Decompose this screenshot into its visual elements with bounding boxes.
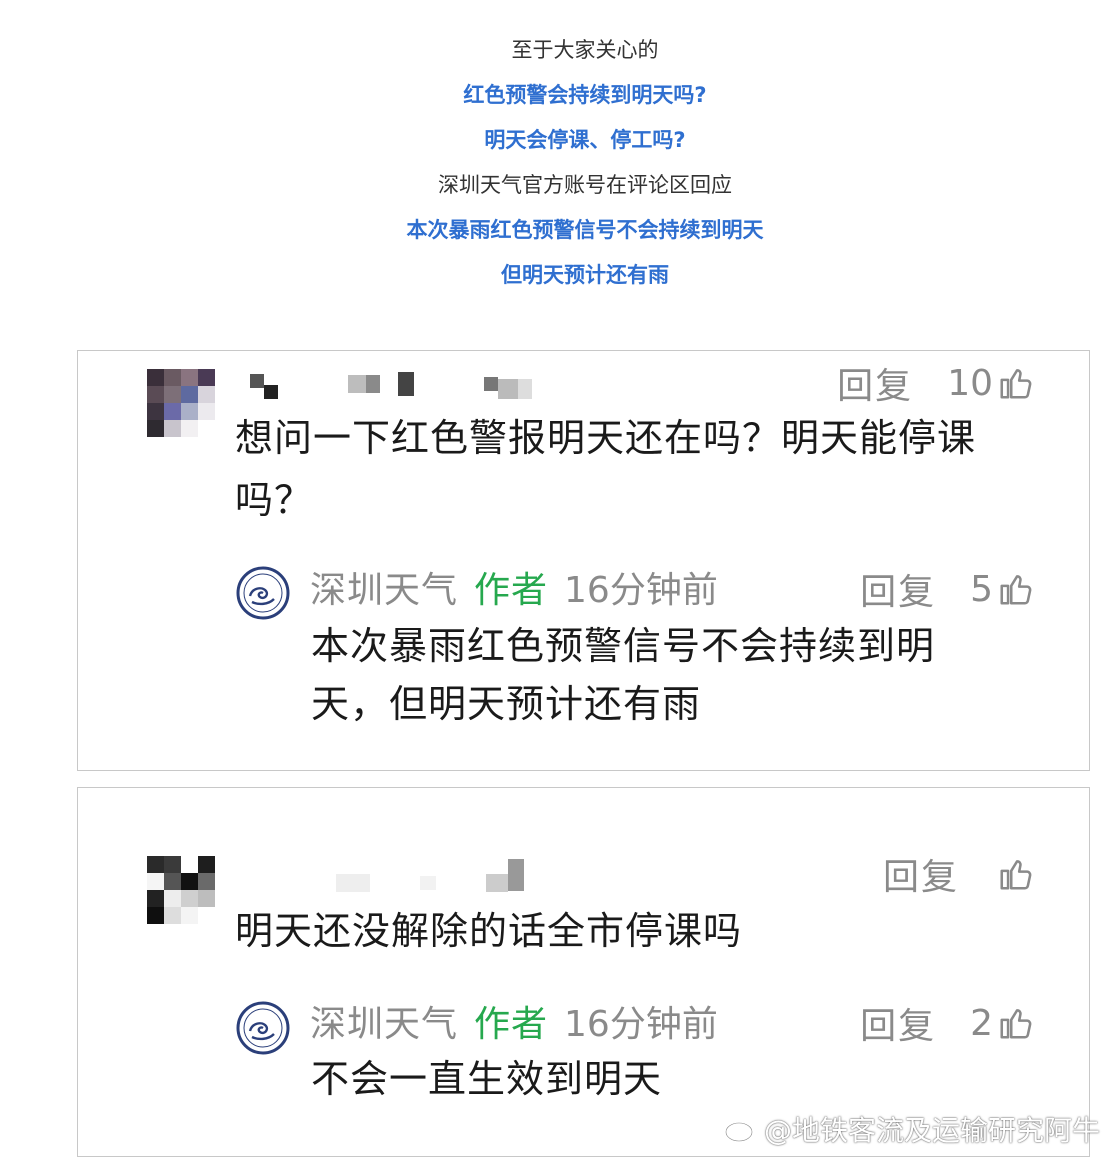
reply-time: 16分钟前 xyxy=(564,570,718,611)
weibo-icon xyxy=(724,1118,756,1142)
reply-text-line-2: 天，但明天预计还有雨 xyxy=(311,682,702,726)
reply-meta: 回复 2 xyxy=(860,997,1035,1049)
intro-line-1: 至于大家关心的 xyxy=(511,38,659,62)
blurred-username xyxy=(250,369,532,399)
comment-meta: 回复 xyxy=(883,848,1035,900)
reply-text: 本次暴雨红色预警信号不会持续到明 天，但明天预计还有雨 xyxy=(311,617,1031,733)
reply-text-line-1: 本次暴雨红色预警信号不会持续到明 xyxy=(311,624,936,668)
comment-card-2: 回复 明天还没解除的话全市停课吗 深圳天气 作者 16分钟前 回复 2 不会一直… xyxy=(77,787,1090,1157)
reply-text: 不会一直生效到明天 xyxy=(311,1050,1031,1108)
intro-line-6: 但明天预计还有雨 xyxy=(501,263,669,287)
reply-meta: 回复 5 xyxy=(860,563,1035,615)
intro-line-5: 本次暴雨红色预警信号不会持续到明天 xyxy=(406,218,764,242)
avatar[interactable] xyxy=(147,369,215,437)
weather-logo-icon[interactable] xyxy=(236,566,290,620)
reply-button[interactable]: 回复 xyxy=(883,848,959,900)
intro-line-4: 深圳天气官方账号在评论区回应 xyxy=(438,173,732,197)
reply-button[interactable]: 回复 xyxy=(860,563,936,615)
author-badge: 作者 xyxy=(474,1004,549,1045)
reply-time: 16分钟前 xyxy=(564,1004,718,1045)
comment-text-line-1: 想问一下红色警报明天还在吗？明天能停课 xyxy=(235,416,977,460)
intro-text-block: 至于大家关心的 红色预警会持续到明天吗? 明天会停课、停工吗? 深圳天气官方账号… xyxy=(0,28,1110,298)
comment-text-line-1: 明天还没解除的话全市停课吗 xyxy=(235,909,743,953)
watermark: @地铁客流及运输研究阿牛 xyxy=(724,1109,1100,1149)
avatar[interactable] xyxy=(147,856,215,924)
reply-header: 深圳天气 作者 16分钟前 xyxy=(310,561,718,613)
comment-text-line-2: 吗？ xyxy=(235,478,314,522)
like-count: 2 xyxy=(970,1002,993,1044)
comment-card-1: 回复 10 想问一下红色警报明天还在吗？明天能停课 吗？ 深圳天气 作者 16分… xyxy=(77,350,1090,771)
reply-header: 深圳天气 作者 16分钟前 xyxy=(310,995,718,1047)
like-count: 10 xyxy=(947,362,993,404)
blurred-username xyxy=(336,858,524,892)
watermark-text: @地铁客流及运输研究阿牛 xyxy=(763,1114,1100,1147)
comment-text: 想问一下红色警报明天还在吗？明天能停课 吗？ xyxy=(235,407,1055,531)
intro-line-3: 明天会停课、停工吗? xyxy=(484,128,686,152)
thumbs-up-icon[interactable] xyxy=(997,1004,1035,1042)
author-badge: 作者 xyxy=(474,570,549,611)
thumbs-up-icon[interactable] xyxy=(997,570,1035,608)
reply-author[interactable]: 深圳天气 xyxy=(310,995,458,1047)
like-count: 5 xyxy=(970,568,993,610)
comment-text: 明天还没解除的话全市停课吗 xyxy=(235,900,1055,962)
reply-button[interactable]: 回复 xyxy=(860,997,936,1049)
thumbs-up-icon[interactable] xyxy=(997,855,1035,893)
reply-author[interactable]: 深圳天气 xyxy=(310,561,458,613)
thumbs-up-icon[interactable] xyxy=(997,364,1035,402)
intro-line-2: 红色预警会持续到明天吗? xyxy=(463,83,707,107)
comment-meta: 回复 10 xyxy=(837,357,1035,409)
reply-text-line-1: 不会一直生效到明天 xyxy=(311,1057,663,1101)
reply-button[interactable]: 回复 xyxy=(837,357,913,409)
weather-logo-icon[interactable] xyxy=(236,1001,290,1055)
